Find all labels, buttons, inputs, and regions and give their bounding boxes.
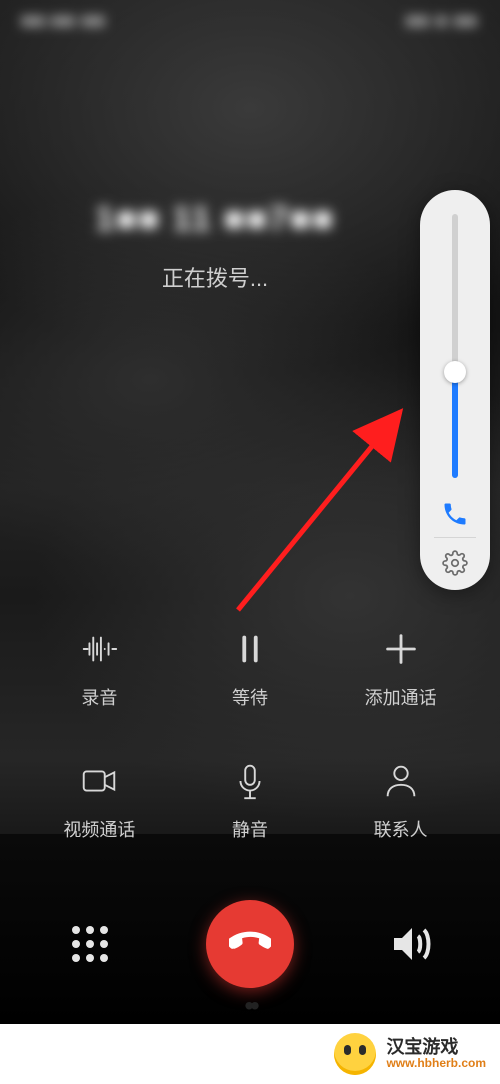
watermark-url: www.hbherb.com (386, 1057, 486, 1070)
volume-thumb[interactable] (444, 361, 466, 383)
speaker-button[interactable] (386, 920, 434, 968)
volume-panel (420, 190, 490, 590)
mic-icon (227, 758, 273, 804)
status-bar: ■■:■■ ■■ ■■ ■ ■■ (0, 0, 500, 44)
hold-button[interactable]: 等待 (175, 626, 326, 710)
divider (434, 537, 476, 538)
contacts-label: 联系人 (374, 816, 428, 842)
volume-fill (452, 372, 458, 478)
watermark-strip: 汉宝游戏 www.hbherb.com (0, 1024, 500, 1084)
status-indicators: ■■ ■ ■■ (407, 13, 478, 31)
caller-number: 1■■ 11 ■■7■■ (0, 200, 430, 239)
bottom-bar (0, 894, 500, 994)
person-icon (378, 758, 424, 804)
call-actions-grid: 录音 等待 添加通话 视频通话 静音 联系人 (0, 626, 500, 842)
status-time: ■■:■■ ■■ (22, 13, 106, 31)
pause-icon (227, 626, 273, 672)
watermark-logo-icon (334, 1033, 376, 1075)
mute-label: 静音 (232, 816, 268, 842)
add-call-label: 添加通话 (365, 684, 437, 710)
record-button[interactable]: 录音 (24, 626, 175, 710)
hold-label: 等待 (232, 684, 268, 710)
add-call-button[interactable]: 添加通话 (325, 626, 476, 710)
hangup-button[interactable] (206, 900, 294, 988)
mute-button[interactable]: 静音 (175, 758, 326, 842)
caller-block: 1■■ 11 ■■7■■ 正在拨号... (0, 200, 430, 293)
watermark-text: 汉宝游戏 www.hbherb.com (386, 1038, 486, 1071)
video-call-label: 视频通话 (63, 816, 135, 842)
volume-slider[interactable] (452, 214, 458, 478)
ellipsis-indicator: •• (244, 990, 256, 1022)
video-call-button[interactable]: 视频通话 (24, 758, 175, 842)
video-icon (76, 758, 122, 804)
waveform-icon (76, 626, 122, 672)
contacts-button[interactable]: 联系人 (325, 758, 476, 842)
record-label: 录音 (81, 684, 117, 710)
gear-icon[interactable] (442, 550, 468, 576)
watermark-title: 汉宝游戏 (386, 1038, 458, 1058)
dialpad-button[interactable] (66, 920, 114, 968)
phone-icon (441, 500, 469, 528)
phone-hangup-icon (229, 921, 271, 968)
call-state-text: 正在拨号... (0, 261, 430, 293)
plus-icon (378, 626, 424, 672)
